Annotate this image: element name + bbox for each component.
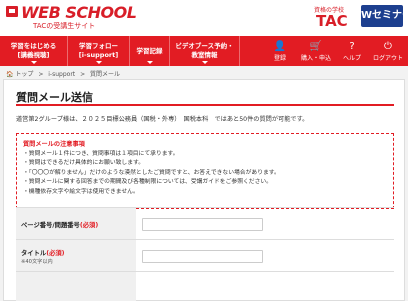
logo-icon[interactable]: [6, 6, 18, 17]
page-title: 質問メール送信: [16, 91, 93, 104]
nav-video-booth[interactable]: ビデオブース予約・ 教室情報: [170, 36, 240, 66]
w-seminar-logo[interactable]: Wセミナー: [361, 5, 408, 27]
nav-label: ビデオブース予約・: [175, 42, 234, 50]
label-text: ページ番号/問題番号: [21, 222, 80, 229]
breadcrumb-separator: >: [80, 71, 86, 78]
breadcrumb-i-support[interactable]: i-support: [48, 71, 75, 78]
notice-title: 質問メールの注意事項: [23, 141, 85, 148]
nav-logout[interactable]: ⏻ ログアウト: [370, 36, 406, 66]
notice-item: ・機種依存文字や絵文字は使用できません。: [23, 188, 139, 195]
chevron-down-icon: [30, 61, 37, 64]
logout-icon: ⏻: [384, 40, 392, 52]
nav-learning-record[interactable]: 学習記録: [130, 36, 170, 66]
main-content: 質問メール送信 道営第2グループ様は、２０２５目標公務員（国税・外専） 国税本科…: [3, 79, 405, 301]
notice-list: ・質問メール１件につき、質問事項は１項目にて承ります。 ・質問はできるだけ具体的…: [23, 150, 280, 197]
title-label: タイトル(必須): [21, 248, 65, 257]
breadcrumb-separator: >: [38, 71, 44, 78]
tac-logo[interactable]: TAC: [316, 12, 348, 30]
title-note: ※40文字以内: [21, 259, 53, 265]
nav-label: 学習をはじめる: [10, 42, 57, 50]
form-row-title: タイトル(必須) ※40文字以内: [16, 240, 394, 272]
nav-icon-label: ヘルプ: [342, 54, 361, 62]
nav-sublabel: [講義視聴]: [17, 51, 50, 59]
notice-item: ・質問メール１件につき、質問事項は１項目にて承ります。: [23, 151, 179, 157]
notice-item: ・質問メールに関する回答までの期間及び各種制限については、受講ガイドをご参照くだ…: [23, 179, 272, 186]
chevron-down-icon: [146, 61, 153, 64]
nav-icon-label: ログアウト: [372, 54, 403, 62]
nav-learning-follow[interactable]: 学習フォロー [i-support]: [68, 36, 130, 66]
nav-start-learning[interactable]: 学習をはじめる [講義視聴]: [0, 36, 68, 66]
cart-icon: 🛒: [309, 40, 323, 52]
page-number-input[interactable]: [142, 218, 263, 231]
title-divider: [16, 104, 394, 106]
nav-sublabel: [i-support]: [78, 51, 119, 59]
question-form: ページ番号/問題番号(必須) タイトル(必須) ※40文字以内: [16, 207, 394, 301]
nav-register[interactable]: 👤 登録: [262, 36, 298, 66]
form-row-page-number: ページ番号/問題番号(必須): [16, 208, 394, 240]
nav-help[interactable]: ? ヘルプ: [334, 36, 370, 66]
help-icon: ?: [349, 40, 355, 52]
chevron-down-icon: [95, 61, 102, 64]
breadcrumb-current: 質問メール: [90, 71, 121, 78]
label-text: タイトル: [21, 250, 47, 257]
nav-label: 学習フォロー: [79, 42, 118, 50]
site-logo-subtitle: TACの受講生サイト: [33, 22, 96, 30]
breadcrumb: 🏠 トップ > i-support > 質問メール: [6, 69, 123, 78]
title-input[interactable]: [142, 250, 263, 263]
required-marker: (必須): [79, 222, 99, 229]
notice-item: ・質問はできるだけ具体的にお願い致します。: [23, 160, 145, 167]
nav-label: 学習記録: [136, 46, 163, 55]
nav-icon-label: 登録: [273, 54, 286, 62]
notice-box: 質問メールの注意事項 ・質問メール１件につき、質問事項は１項目にて承ります。 ・…: [16, 133, 394, 209]
nav-sublabel: 教室情報: [191, 51, 218, 59]
nav-purchase[interactable]: 🛒 購入・申込: [298, 36, 334, 66]
chevron-down-icon: [201, 61, 208, 64]
form-label-cell: [16, 272, 136, 301]
site-header: WEB SCHOOL TACの受講生サイト 資格の学校 TAC Wセミナー: [0, 0, 408, 36]
nav-icon-label: 購入・申込: [300, 54, 331, 62]
required-marker: (必須): [46, 250, 65, 257]
page-number-label: ページ番号/問題番号(必須): [21, 220, 98, 229]
main-nav: 学習をはじめる [講義視聴] 学習フォロー [i-support] 学習記録 ビ…: [0, 36, 408, 66]
site-logo[interactable]: WEB SCHOOL: [21, 3, 137, 22]
notice-item: ・「〇〇〇が解りません」だけのような漠然としたご質問ですと、お答えできない場合が…: [23, 169, 280, 176]
person-icon: 👤: [273, 40, 287, 52]
breadcrumb-home[interactable]: 🏠 トップ: [6, 71, 33, 78]
quota-message: 道営第2グループ様は、２０２５目標公務員（国税・外専） 国税本科 ではあと50件…: [16, 116, 309, 123]
form-row-body: [16, 272, 394, 301]
